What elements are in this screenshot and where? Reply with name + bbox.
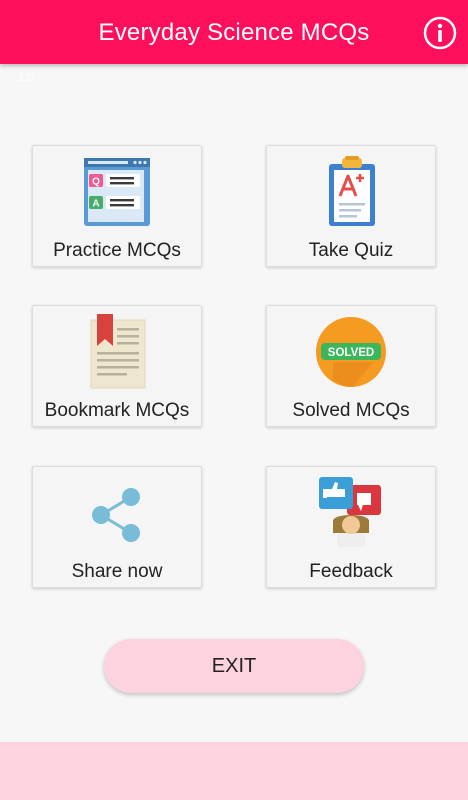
solved-mcqs-label: Solved MCQs	[292, 400, 410, 421]
info-icon	[423, 16, 457, 50]
share-icon	[92, 488, 140, 542]
exit-label: EXIT	[211, 655, 257, 677]
share-now-label: Share now	[71, 561, 163, 582]
feedback-card[interactable]: Feedback	[266, 466, 436, 588]
take-quiz-card[interactable]: Take Quiz	[266, 145, 436, 267]
solved-badge-text: SOLVED	[328, 347, 374, 359]
solved-badge-icon: SOLVED	[316, 317, 386, 387]
bottom-banner	[0, 742, 468, 800]
q-letter: Q	[92, 177, 100, 188]
thumbs-feedback-icon	[319, 477, 381, 547]
practice-mcqs-card[interactable]: Q A Practice MCQs	[32, 145, 202, 267]
solved-mcqs-card[interactable]: SOLVED Solved MCQs	[266, 305, 436, 427]
app-title: Everyday Science MCQs	[98, 19, 370, 46]
info-button[interactable]	[423, 16, 457, 50]
bookmark-mcqs-card[interactable]: Bookmark MCQs	[32, 305, 202, 427]
qa-window-icon: Q A	[84, 158, 150, 226]
a-letter: A	[92, 199, 99, 210]
exit-button[interactable]: EXIT	[104, 639, 364, 693]
take-quiz-label: Take Quiz	[308, 240, 394, 261]
status-mark: 1.0	[18, 72, 34, 84]
feedback-label: Feedback	[309, 561, 393, 582]
clipboard-grade-icon	[329, 156, 375, 226]
practice-mcqs-label: Practice MCQs	[53, 240, 181, 261]
app-bar: Everyday Science MCQs	[0, 0, 468, 64]
bookmark-page-icon	[90, 314, 146, 389]
bookmark-mcqs-label: Bookmark MCQs	[44, 400, 190, 421]
share-now-card[interactable]: Share now	[32, 466, 202, 588]
